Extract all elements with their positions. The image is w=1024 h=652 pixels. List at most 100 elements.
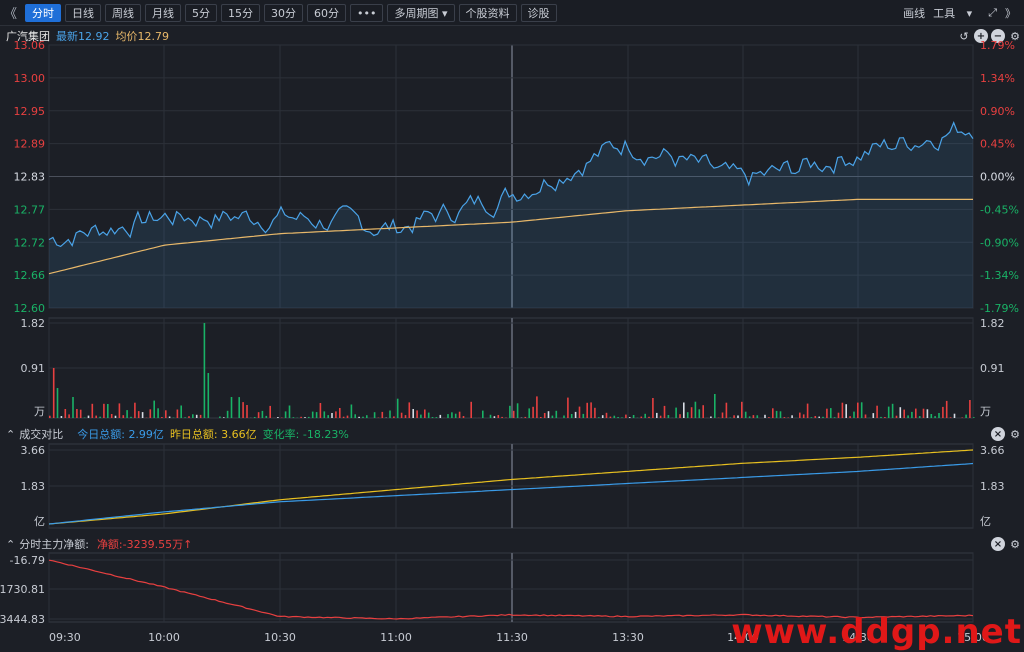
volume-bar: [137, 411, 140, 418]
volume-bar: [311, 411, 314, 418]
volume-bar: [420, 414, 422, 418]
period-tab[interactable]: 60分: [307, 3, 347, 22]
intraday-chart[interactable]: 13.06 1.79%13.00 1.34%12.95 0.90%12.89 0.45%…: [0, 0, 1024, 652]
net-label: 净额:: [96, 538, 123, 551]
zoom-out-icon[interactable]: −: [991, 29, 1005, 43]
volume-bar: [810, 417, 813, 418]
volume-bar: [826, 408, 828, 418]
volume-bar: [853, 411, 855, 418]
pct-tick-label: 1.34%: [980, 72, 1015, 85]
volume-bar: [501, 416, 503, 418]
period-tab[interactable]: 周线: [105, 3, 142, 22]
volume-bar: [451, 412, 453, 418]
turnover-tick-label: 亿: [980, 515, 991, 528]
volume-bar: [949, 417, 952, 418]
volume-bar: [872, 413, 875, 418]
volume-bar: [362, 416, 364, 418]
volume-bar: [659, 415, 662, 418]
watermark: www.ddgp.net: [731, 612, 1022, 652]
volume-bar: [195, 414, 198, 418]
price-line: [48, 120, 974, 248]
volume-bar: [690, 407, 693, 418]
volume-bar: [953, 413, 956, 418]
period-tab[interactable]: 月线: [145, 3, 182, 22]
fullscreen-icon[interactable]: ⤢: [988, 6, 997, 20]
volume-bar: [199, 414, 202, 418]
period-tab[interactable]: 分时: [25, 3, 62, 22]
volume-tick-label: 1.82: [21, 317, 46, 330]
avg-price: 均价12.79: [116, 28, 170, 44]
collapse-right-icon[interactable]: 》: [1005, 5, 1016, 21]
volume-bar: [381, 411, 384, 418]
close-turnover-icon[interactable]: ×: [991, 427, 1005, 441]
volume-bar: [52, 368, 55, 418]
collapse-turnover-icon[interactable]: ⌃: [6, 428, 15, 441]
pct-tick-label: -1.34%: [980, 269, 1019, 282]
turnover-tick-label: 3.66: [21, 444, 46, 457]
volume-bar: [246, 405, 248, 418]
settings-icon[interactable]: ⚙: [1008, 29, 1022, 43]
volume-bar: [404, 415, 407, 418]
zoom-in-icon[interactable]: +: [974, 29, 988, 43]
price-tick-label: 12.95: [14, 105, 46, 118]
volume-bar: [756, 415, 759, 418]
close-mainflow-icon[interactable]: ×: [991, 537, 1005, 551]
volume-bar: [95, 415, 97, 418]
volume-bar: [184, 417, 186, 418]
volume-bar: [721, 412, 724, 418]
volume-bar: [168, 416, 171, 418]
volume-bar: [555, 410, 558, 418]
volume-bar: [683, 402, 685, 418]
volume-bar: [802, 414, 805, 418]
volume-bar: [656, 412, 658, 418]
volume-bar: [339, 408, 341, 418]
volume-bar: [748, 416, 751, 418]
collapse-left-icon[interactable]: 《: [0, 3, 21, 22]
volume-bar: [118, 403, 121, 418]
pct-tick-label: -1.79%: [980, 302, 1019, 315]
volume-bar: [783, 417, 786, 418]
volume-bar: [524, 416, 527, 418]
tools-button[interactable]: 工具 ▾: [933, 5, 980, 21]
volume-bar: [110, 414, 113, 418]
volume-bar: [590, 402, 592, 418]
volume-bar: [261, 410, 264, 418]
period-tab[interactable]: 日线: [65, 3, 102, 22]
volume-bar: [134, 402, 136, 418]
volume-bar: [876, 405, 878, 418]
diagnose-button[interactable]: 诊股: [520, 3, 557, 22]
panel-frame: [48, 443, 974, 529]
pct-tick-label: 0.45%: [980, 138, 1015, 151]
volume-bar: [540, 417, 542, 418]
volume-bar: [180, 405, 182, 418]
period-tab[interactable]: •••: [350, 3, 384, 22]
collapse-mainflow-icon[interactable]: ⌃: [6, 538, 15, 551]
yesterday-line: [48, 449, 974, 525]
pct-tick-label: 0.00%: [980, 171, 1015, 184]
volume-bar: [188, 416, 190, 418]
volume-bar: [107, 404, 109, 418]
change-rate: 变化率: -18.23%: [263, 426, 349, 442]
stock-info-button[interactable]: 个股资料: [458, 3, 517, 22]
settings-icon[interactable]: ⚙: [1008, 427, 1022, 441]
volume-bar: [389, 410, 391, 418]
price-tick-label: 12.66: [14, 269, 46, 282]
volume-bar: [768, 417, 770, 418]
period-tab[interactable]: 15分: [221, 3, 261, 22]
draw-line-button[interactable]: 画线: [903, 5, 925, 21]
pct-tick-label: -0.45%: [980, 203, 1019, 216]
volume-bar: [238, 397, 240, 418]
period-tab[interactable]: 5分: [185, 3, 218, 22]
volume-bar: [56, 388, 59, 418]
period-tab[interactable]: 30分: [264, 3, 304, 22]
today-line: [48, 462, 974, 525]
volume-bar: [543, 413, 546, 418]
settings-icon[interactable]: ⚙: [1008, 537, 1022, 551]
time-tick-label: 09:30: [49, 631, 81, 644]
volume-bar: [114, 415, 117, 418]
undo-icon[interactable]: ↺: [957, 29, 971, 43]
multi-period-button[interactable]: 多周期图 ▾: [387, 3, 455, 22]
avg-price-line: [48, 198, 973, 275]
volume-bar: [323, 411, 326, 418]
volume-bar: [601, 415, 604, 418]
